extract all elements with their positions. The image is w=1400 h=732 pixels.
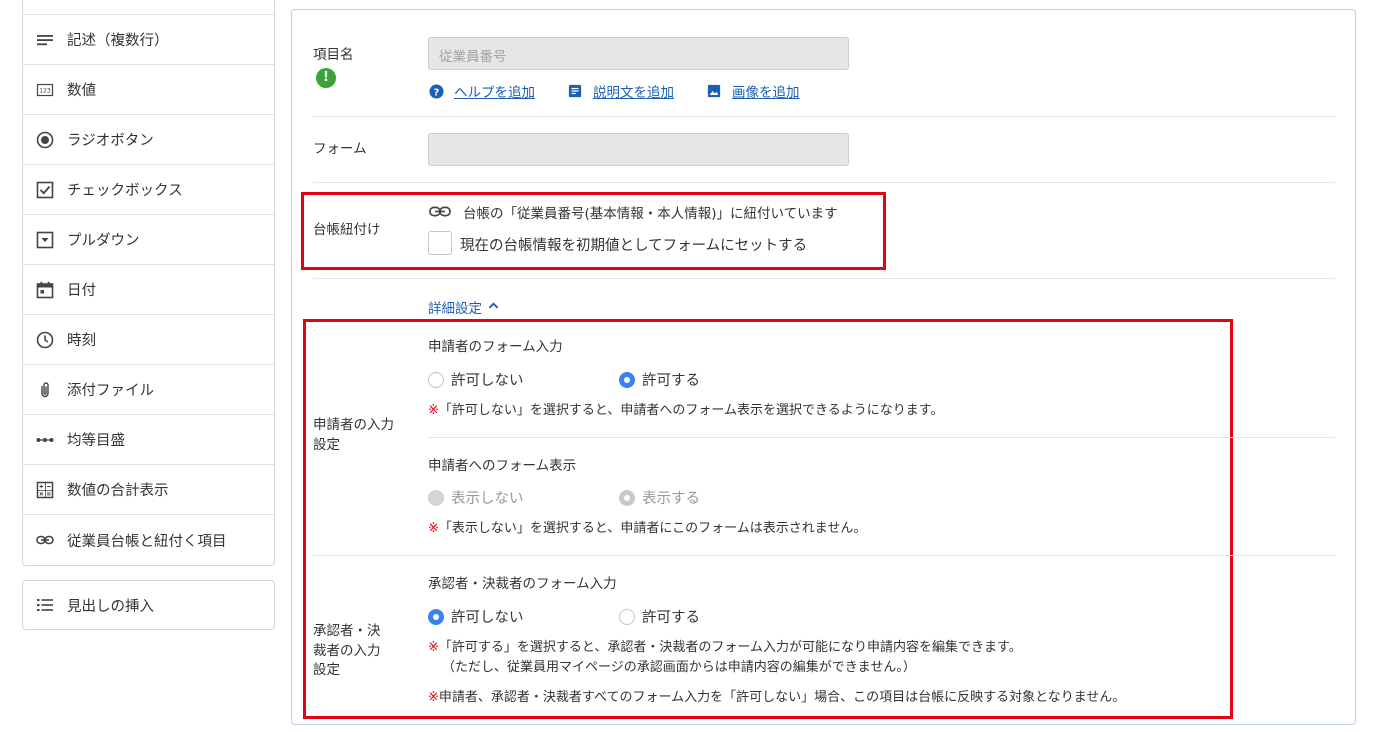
clock-icon	[35, 330, 55, 350]
palette-item-label: 均等目盛	[67, 433, 125, 449]
palette-item-label: 時刻	[67, 333, 96, 349]
chevron-up-icon	[488, 299, 499, 315]
palette-item-scale[interactable]: 均等目盛	[23, 415, 274, 465]
ledger-linked-text: 台帳の「従業員番号(基本情報・本人情報)」に紐付いています	[463, 206, 838, 222]
item-name-input[interactable]: 従業員番号	[428, 37, 849, 70]
ledger-initial-value-checkbox[interactable]	[428, 231, 452, 255]
description-icon	[567, 83, 583, 99]
palette-item-label: プルダウン	[67, 233, 140, 249]
link-icon	[35, 530, 55, 550]
palette-item-multiline[interactable]: 記述（複数行）	[23, 15, 274, 65]
ledger-label: 台帳紐付け	[313, 222, 381, 238]
list-icon	[35, 595, 55, 615]
palette-item-label: 数値の合計表示	[67, 483, 169, 499]
applicant-display-show-radio[interactable]: 表示する	[619, 487, 700, 508]
applicant-input-title: 申請者のフォーム入力	[428, 339, 563, 355]
applicant-input-deny-radio[interactable]: 許可しない	[428, 369, 524, 390]
help-icon: ?	[428, 83, 444, 99]
insert-heading-button[interactable]: 見出しの挿入	[22, 580, 275, 630]
approver-input-allow-radio[interactable]: 許可する	[619, 606, 700, 627]
palette-item-number[interactable]: 123 数値	[23, 65, 274, 115]
approver-ledger-note: ※申請者、承認者・決裁者すべてのフォーム入力を「許可しない」場合、この項目は台帳…	[428, 690, 1126, 705]
dropdown-icon	[35, 230, 55, 250]
calculator-icon	[35, 480, 55, 500]
palette-item-label: 数値	[67, 83, 96, 99]
alert-icon: !	[316, 68, 336, 88]
palette-item-label: チェックボックス	[67, 183, 183, 199]
palette-item-label: 日付	[67, 283, 96, 299]
palette-item-date[interactable]: 日付	[23, 265, 274, 315]
insert-heading-label: 見出しの挿入	[67, 598, 154, 615]
add-help-link[interactable]: ? ヘルプを追加	[428, 81, 535, 101]
palette-item-time[interactable]: 時刻	[23, 315, 274, 365]
palette-item-checkbox[interactable]: チェックボックス	[23, 165, 274, 215]
palette-item-radio[interactable]: ラジオボタン	[23, 115, 274, 165]
calendar-icon	[35, 280, 55, 300]
svg-text:123: 123	[39, 87, 51, 94]
number-icon: 123	[35, 80, 55, 100]
applicant-display-note: ※「表示しない」を選択すると、申請者にこのフォームは表示されません。	[428, 521, 867, 536]
ledger-link-icon	[429, 204, 451, 223]
palette-item-sum[interactable]: 数値の合計表示	[23, 465, 274, 515]
image-icon	[706, 83, 722, 99]
applicant-input-note: ※「許可しない」を選択すると、申請者へのフォーム表示を選択できるようになります。	[428, 403, 944, 418]
form-input[interactable]	[428, 133, 849, 166]
approver-input-title: 承認者・決裁者のフォーム入力	[428, 576, 617, 592]
form-label: フォーム	[313, 141, 367, 157]
applicant-input-allow-radio[interactable]: 許可する	[619, 369, 700, 390]
item-name-links: ? ヘルプを追加 説明文を追加 画像を追加	[428, 81, 832, 101]
palette-item-attachment[interactable]: 添付ファイル	[23, 365, 274, 415]
palette-item-label: 記述（複数行）	[67, 33, 169, 49]
add-image-link[interactable]: 画像を追加	[706, 81, 800, 101]
field-palette-sidebar: 記述（複数行） 123 数値 ラジオボタン チェックボックス プルダウン 日付 …	[22, 0, 275, 630]
field-type-list: 記述（複数行） 123 数値 ラジオボタン チェックボックス プルダウン 日付 …	[22, 0, 275, 566]
multiline-text-icon	[35, 30, 55, 50]
radio-icon	[35, 130, 55, 150]
scale-dots-icon	[35, 430, 55, 450]
checkbox-icon	[35, 180, 55, 200]
palette-item-ledger-link[interactable]: 従業員台帳と紐付く項目	[23, 515, 274, 565]
item-name-label: 項目名	[313, 47, 354, 63]
approver-settings-label: 承認者・決裁者の入力設定	[313, 623, 381, 679]
approver-input-deny-radio[interactable]: 許可しない	[428, 606, 524, 627]
applicant-settings-label: 申請者の入力設定	[313, 417, 394, 453]
applicant-display-hide-radio[interactable]: 表示しない	[428, 487, 524, 508]
detail-settings-toggle[interactable]: 詳細設定	[428, 297, 499, 317]
applicant-display-title: 申請者へのフォーム表示	[428, 458, 577, 474]
ledger-checkbox-label: 現在の台帳情報を初期値としてフォームにセットする	[460, 238, 808, 254]
paperclip-icon	[35, 380, 55, 400]
svg-text:?: ?	[433, 87, 439, 98]
palette-item-label: 従業員台帳と紐付く項目	[67, 533, 227, 550]
field-settings-panel: 項目名 ! 従業員番号 ? ヘルプを追加 説明文を追加 画像を追加 フォーム 台…	[291, 9, 1356, 725]
palette-item-label: ラジオボタン	[67, 133, 154, 149]
palette-item-dropdown[interactable]: プルダウン	[23, 215, 274, 265]
approver-input-note: ※「許可する」を選択すると、承認者・決裁者のフォーム入力が可能になり申請内容を編…	[428, 640, 1022, 676]
palette-item-label: 添付ファイル	[67, 383, 154, 399]
add-description-link[interactable]: 説明文を追加	[567, 81, 674, 101]
